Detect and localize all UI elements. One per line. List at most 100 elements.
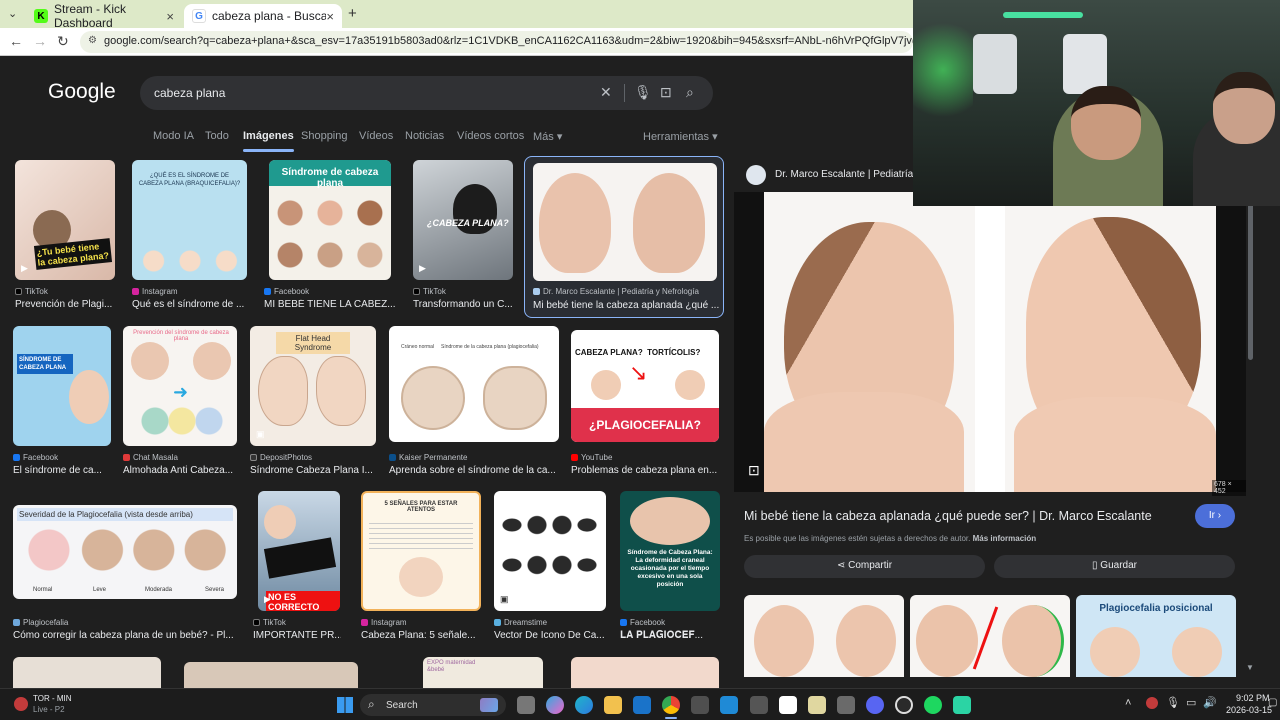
discord-icon[interactable] <box>866 696 884 714</box>
clock-date[interactable]: 2026-03-15 <box>1226 705 1272 715</box>
result-title[interactable]: El síndrome de ca... <box>13 465 111 476</box>
task-view-icon[interactable] <box>517 696 535 714</box>
new-tab-button[interactable]: + <box>348 5 357 22</box>
tab-todo[interactable]: Todo <box>205 130 229 142</box>
result-card[interactable]: Cráneo normal Síndrome de la cabeza plan… <box>389 326 559 478</box>
tab-kick-dashboard[interactable]: K Stream - Kick Dashboard × <box>26 2 182 30</box>
result-image[interactable] <box>184 662 358 688</box>
result-card[interactable]: Síndrome de cabeza plana Facebook MI BEB… <box>264 160 396 310</box>
forward-icon[interactable]: → <box>33 33 47 49</box>
result-image[interactable]: ¿QUÉ ES EL SÍNDROME DE CABEZA PLANA (BRA… <box>132 160 247 280</box>
result-title[interactable]: Vector De Icono De Ca... <box>494 630 606 641</box>
preview-image[interactable]: ⊡ 678 × 452 <box>734 192 1246 496</box>
close-tab-icon[interactable]: × <box>326 9 334 24</box>
result-image[interactable]: Síndrome de cabeza plana <box>269 160 391 280</box>
result-card[interactable]: Síndrome de Cabeza Plana: La deformidad … <box>620 491 722 643</box>
tab-mas[interactable]: Más ▾ <box>533 130 562 143</box>
back-icon[interactable]: ← <box>9 33 23 49</box>
volume-icon[interactable]: 🔊 <box>1203 696 1217 709</box>
scroll-down-icon[interactable]: ▼ <box>1246 663 1254 672</box>
tab-imagenes[interactable]: Imágenes <box>243 130 294 152</box>
outlook-icon[interactable] <box>633 696 651 714</box>
url-input[interactable]: ⚙ google.com/search?q=cabeza+plana+&sca_… <box>80 31 913 53</box>
network-icon[interactable]: ▭ <box>1186 696 1196 709</box>
site-info-icon[interactable]: ⚙ <box>88 35 97 46</box>
result-title[interactable]: Cómo corregir la cabeza plana de un bebé… <box>13 630 237 641</box>
clock-time[interactable]: 9:02 PM <box>1236 693 1270 703</box>
result-title[interactable]: Cabeza Plana: 5 señale... <box>361 630 481 641</box>
apps-grid-icon[interactable] <box>750 696 768 714</box>
reload-icon[interactable]: ↻ <box>57 33 69 50</box>
weather-line-1[interactable]: TOR - MIN <box>33 694 72 703</box>
tools-button[interactable]: Herramientas ▾ <box>643 130 718 143</box>
result-card[interactable]: ¿Tu bebé tiene la cabeza plana? ▶ TikTok… <box>15 160 117 310</box>
search-icon[interactable]: ⌕ <box>686 84 694 101</box>
result-title[interactable]: Aprenda sobre el síndrome de la ca... <box>389 465 557 476</box>
result-image[interactable] <box>571 657 719 688</box>
google-logo[interactable]: Google <box>48 80 116 104</box>
result-title[interactable]: Almohada Anti Cabeza... <box>123 465 237 476</box>
visit-button[interactable]: Ir › <box>1195 504 1235 528</box>
chrome-icon[interactable] <box>662 696 680 714</box>
result-title[interactable]: Síndrome Cabeza Plana I... <box>250 465 376 476</box>
result-image[interactable]: CABEZA PLANA? TORTÍCOLIS? ↘ ¿PLAGIOCEFAL… <box>571 330 719 442</box>
result-card[interactable]: SÍNDROME DE CABEZA PLANA Facebook El sín… <box>13 326 113 478</box>
vscode-icon[interactable] <box>720 696 738 714</box>
tab-videos-cortos[interactable]: Vídeos cortos <box>457 130 524 142</box>
result-title[interactable]: Prevención de Plagi... <box>15 299 115 310</box>
tab-shopping[interactable]: Shopping <box>301 130 348 142</box>
result-card[interactable]: NO ES CORRECTO ▶ TikTok IMPORTANTE PR... <box>253 491 343 643</box>
tab-list-chevron-icon[interactable]: ⌄ <box>8 7 17 20</box>
result-card[interactable]: ¿CABEZA PLANA? ▶ TikTok Transformando un… <box>413 160 515 310</box>
taskbar-search[interactable]: ⌕ Search <box>360 694 506 716</box>
result-image[interactable]: SÍNDROME DE CABEZA PLANA <box>13 326 111 446</box>
search-box[interactable]: cabeza plana ✕ 🎙 ⊡ ⌕ <box>140 76 713 110</box>
result-title[interactable]: MI BEBÉ TIENE LA CABEZ... <box>264 299 396 310</box>
edge-icon[interactable] <box>575 696 593 714</box>
more-info-link[interactable]: Más información <box>973 534 1037 543</box>
result-card-selected[interactable]: Dr. Marco Escalante | Pediatría y Nefrol… <box>524 156 724 318</box>
result-image[interactable]: ¿CABEZA PLANA? ▶ <box>413 160 513 280</box>
result-image[interactable]: 5 SEÑALES PARA ESTAR ATENTOS <box>361 491 481 611</box>
result-card[interactable]: CABEZA PLANA? TORTÍCOLIS? ↘ ¿PLAGIOCEFAL… <box>571 326 721 478</box>
preview-title[interactable]: Mi bebé tiene la cabeza aplanada ¿qué pu… <box>744 509 1194 523</box>
tray-chevron-icon[interactable]: ˄ <box>1125 697 1131 709</box>
weather-icon[interactable] <box>14 697 28 711</box>
result-image[interactable]: ¿Tu bebé tiene la cabeza plana? ▶ <box>15 160 115 280</box>
lens-icon[interactable]: ⊡ <box>660 84 672 101</box>
save-button[interactable]: ▯ Guardar <box>994 555 1235 578</box>
result-title[interactable]: Mi bebé tiene la cabeza aplanada ¿qué ..… <box>533 300 719 311</box>
result-card[interactable]: Prevención del síndrome de cabeza plana … <box>123 326 239 478</box>
copilot-icon[interactable] <box>546 696 564 714</box>
result-title[interactable]: 𝐋𝐀 𝐏𝐋𝐀𝐆𝐈𝐎𝐂𝐄𝐅... <box>620 630 720 641</box>
related-image[interactable]: Plagiocefalia posicional <box>1076 595 1236 677</box>
capcut-icon[interactable] <box>779 696 797 714</box>
weather-line-2[interactable]: Live - P2 <box>33 705 65 714</box>
related-image[interactable] <box>910 595 1070 677</box>
result-title[interactable]: Transformando un C... <box>413 299 513 310</box>
notepad-icon[interactable] <box>808 696 826 714</box>
result-card[interactable]: 5 SEÑALES PARA ESTAR ATENTOS Instagram C… <box>361 491 485 643</box>
tab-modo-ia[interactable]: Modo IA <box>153 130 194 142</box>
result-image[interactable]: EXPO maternidad &bebé <box>423 657 543 688</box>
result-title[interactable]: Problemas de cabeza plana en... <box>571 465 719 476</box>
calculator-icon[interactable] <box>837 696 855 714</box>
result-title[interactable]: Qué es el síndrome de ... <box>132 299 247 310</box>
start-icon[interactable] <box>337 697 353 713</box>
tab-noticias[interactable]: Noticias <box>405 130 444 142</box>
result-image[interactable]: Flat Head Syndrome ▣ <box>250 326 376 446</box>
result-card[interactable]: ▣ Dreamstime Vector De Icono De Ca... <box>494 491 608 643</box>
app-icon[interactable] <box>953 696 971 714</box>
spotify-icon[interactable] <box>924 696 942 714</box>
preview-source[interactable]: Dr. Marco Escalante | Pediatría y <box>775 169 921 180</box>
panel-scrollbar[interactable] <box>1248 200 1253 360</box>
file-explorer-icon[interactable] <box>604 696 622 714</box>
result-card[interactable]: Severidad de la Plagiocefalia (vista des… <box>13 491 239 643</box>
tab-videos[interactable]: Vídeos <box>359 130 393 142</box>
result-image[interactable] <box>13 657 161 688</box>
result-image[interactable]: NO ES CORRECTO ▶ <box>258 491 340 611</box>
store-icon[interactable] <box>691 696 709 714</box>
tab-google-search[interactable]: G cabeza plana - Buscar con Goo × <box>184 4 342 28</box>
obs-icon[interactable] <box>895 696 913 714</box>
search-input[interactable]: cabeza plana <box>154 86 225 100</box>
